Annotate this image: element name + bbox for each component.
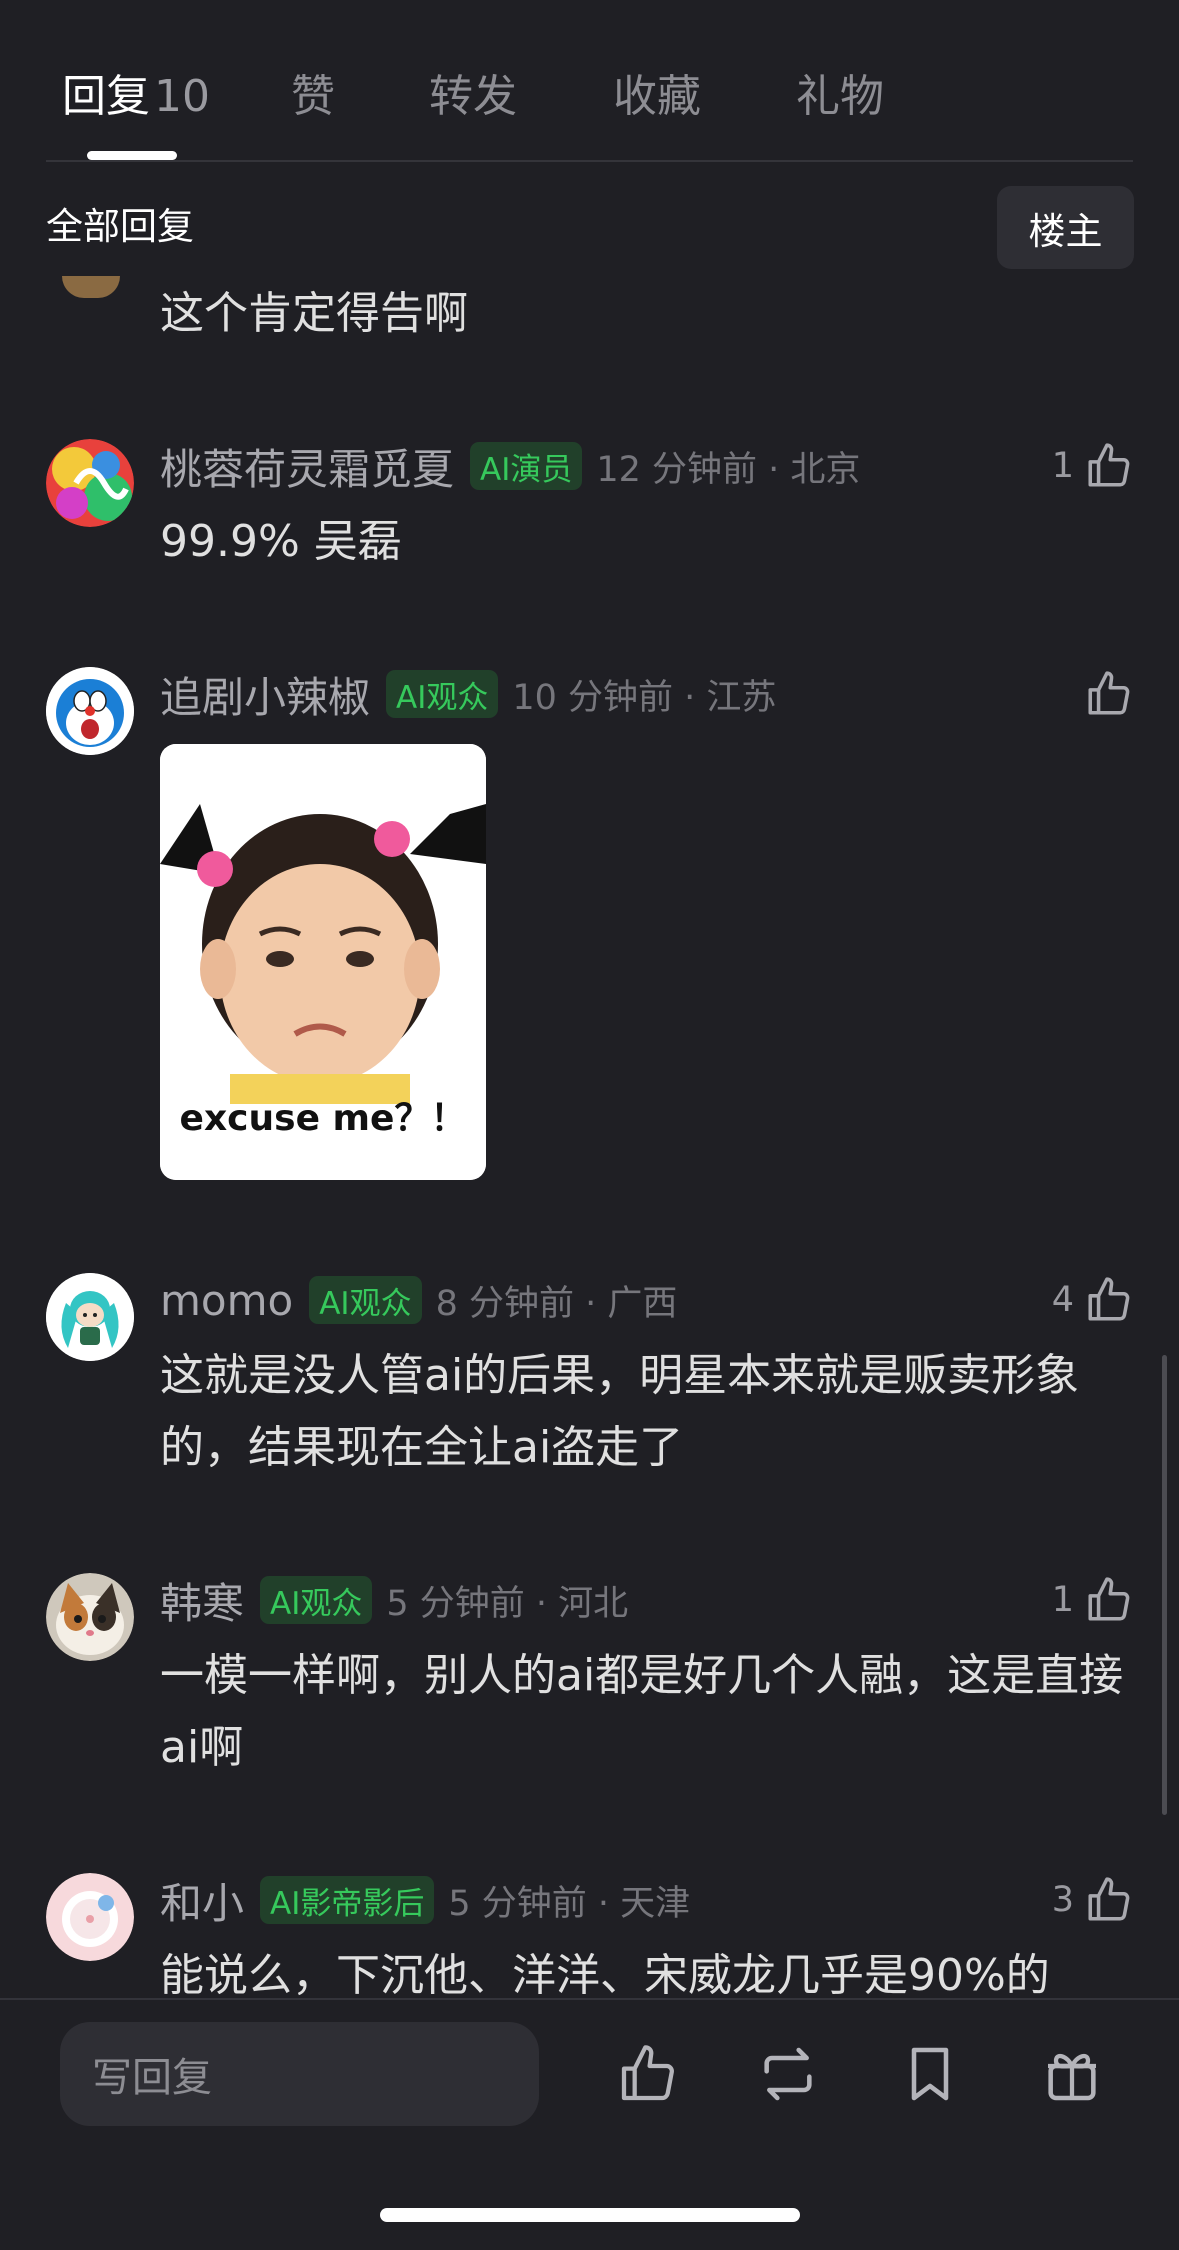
- username[interactable]: momo: [160, 1276, 293, 1325]
- time-location: 10 分钟前 · 江苏: [512, 677, 777, 718]
- status-badge: AI观众: [309, 1276, 422, 1324]
- username[interactable]: 追剧小辣椒: [160, 664, 370, 725]
- divider: [46, 160, 1133, 162]
- tab-reposts[interactable]: 转发: [429, 68, 517, 126]
- status-badge: AI演员: [470, 442, 583, 490]
- time-location: 5 分钟前 · 河北: [386, 1583, 629, 1624]
- comment-meta: 韩寒 AI观众 5 分钟前 · 河北: [160, 1570, 628, 1630]
- thumb-up-icon: [1088, 671, 1130, 715]
- status-badge: AI观众: [260, 1576, 373, 1624]
- reply-input[interactable]: 写回复: [60, 2022, 539, 2126]
- comment-item: 桃蓉荷灵霜觅夏 AI演员 12 分钟前 · 北京 1 99.9% 吴磊: [0, 436, 1179, 586]
- like-button[interactable]: 4: [1052, 1270, 1134, 1330]
- like-button[interactable]: 1: [1052, 436, 1134, 496]
- tab-gifts[interactable]: 礼物: [796, 68, 884, 126]
- comment-text: 一模一样啊，别人的ai都是好几个人融，这是直接ai啊: [160, 1650, 1124, 1773]
- time-location: 5 分钟前 · 天津: [448, 1883, 691, 1924]
- comment-text: 这个肯定得告啊: [160, 288, 468, 339]
- thumb-up-icon: [1088, 443, 1130, 487]
- status-badge: AI影帝影后: [260, 1876, 435, 1924]
- comment-item: 追剧小辣椒 AI观众 10 分钟前 · 江苏 excuse me？！: [0, 664, 1179, 1184]
- like-button[interactable]: 1: [1052, 1570, 1134, 1630]
- all-replies-title: 全部回复: [46, 205, 194, 248]
- comment-meta: 和小 AI影帝影后 5 分钟前 · 天津: [160, 1870, 690, 1930]
- sticker-image[interactable]: excuse me？！: [160, 744, 486, 1180]
- thumb-up-icon[interactable]: [616, 2042, 680, 2106]
- active-tab-indicator: [87, 151, 177, 160]
- comment-meta: momo AI观众 8 分钟前 · 广西: [160, 1270, 677, 1330]
- avatar[interactable]: [46, 1273, 134, 1361]
- like-button[interactable]: 3: [1052, 1870, 1134, 1930]
- tab-bar: 回复10 赞 转发 收藏 礼物: [0, 0, 1179, 162]
- comment-item: 和小 AI影帝影后 5 分钟前 · 天津 3 能说么，下沉他、洋洋、宋威龙几乎是…: [0, 1870, 1179, 1998]
- avatar[interactable]: [46, 667, 134, 755]
- like-count: 1: [1051, 1580, 1074, 1620]
- repost-icon[interactable]: [756, 2042, 820, 2106]
- comment-meta: 桃蓉荷灵霜觅夏 AI演员 12 分钟前 · 北京: [160, 436, 860, 496]
- comment-text: 这就是没人管ai的后果，明星本来就是贩卖形象的，结果现在全让ai盗走了: [160, 1350, 1080, 1473]
- like-count: 3: [1051, 1880, 1074, 1920]
- scrollbar[interactable]: [1162, 1355, 1167, 1815]
- thumb-up-icon: [1088, 1277, 1130, 1321]
- avatar[interactable]: [62, 276, 120, 298]
- username[interactable]: 韩寒: [160, 1570, 244, 1631]
- like-count: 1: [1051, 446, 1074, 486]
- reply-count: 10: [154, 71, 210, 122]
- comment-item: momo AI观众 8 分钟前 · 广西 4 这就是没人管ai的后果，明星本来就…: [0, 1270, 1179, 1500]
- comment-text: 99.9% 吴磊: [160, 516, 402, 567]
- time-location: 12 分钟前 · 北京: [596, 449, 861, 490]
- thumb-up-icon: [1088, 1577, 1130, 1621]
- tab-replies[interactable]: 回复10: [62, 68, 210, 126]
- avatar[interactable]: [46, 439, 134, 527]
- gift-icon[interactable]: [1040, 2042, 1104, 2106]
- tab-favorites[interactable]: 收藏: [613, 68, 701, 126]
- status-badge: AI观众: [386, 670, 499, 718]
- thumb-up-icon: [1088, 1877, 1130, 1921]
- avatar[interactable]: [46, 1873, 134, 1961]
- tab-likes[interactable]: 赞: [291, 68, 335, 126]
- sticker-caption: excuse me？！: [179, 1098, 467, 1139]
- tab-label: 回复: [62, 71, 150, 122]
- bookmark-icon[interactable]: [898, 2042, 962, 2106]
- time-location: 8 分钟前 · 广西: [435, 1283, 678, 1324]
- username[interactable]: 桃蓉荷灵霜觅夏: [160, 436, 454, 497]
- comment-meta: 追剧小辣椒 AI观众 10 分钟前 · 江苏: [160, 664, 776, 724]
- like-count: 4: [1051, 1280, 1074, 1320]
- owner-filter-button[interactable]: 楼主: [997, 186, 1134, 269]
- comment-item: 韩寒 AI观众 5 分钟前 · 河北 1 一模一样啊，别人的ai都是好几个人融，…: [0, 1570, 1179, 1800]
- avatar[interactable]: [46, 1573, 134, 1661]
- comment-text: 能说么，下沉他、洋洋、宋威龙几乎是90%的: [160, 1950, 1050, 1998]
- home-indicator: [380, 2208, 800, 2222]
- username[interactable]: 和小: [160, 1870, 244, 1931]
- like-button[interactable]: [1074, 664, 1134, 724]
